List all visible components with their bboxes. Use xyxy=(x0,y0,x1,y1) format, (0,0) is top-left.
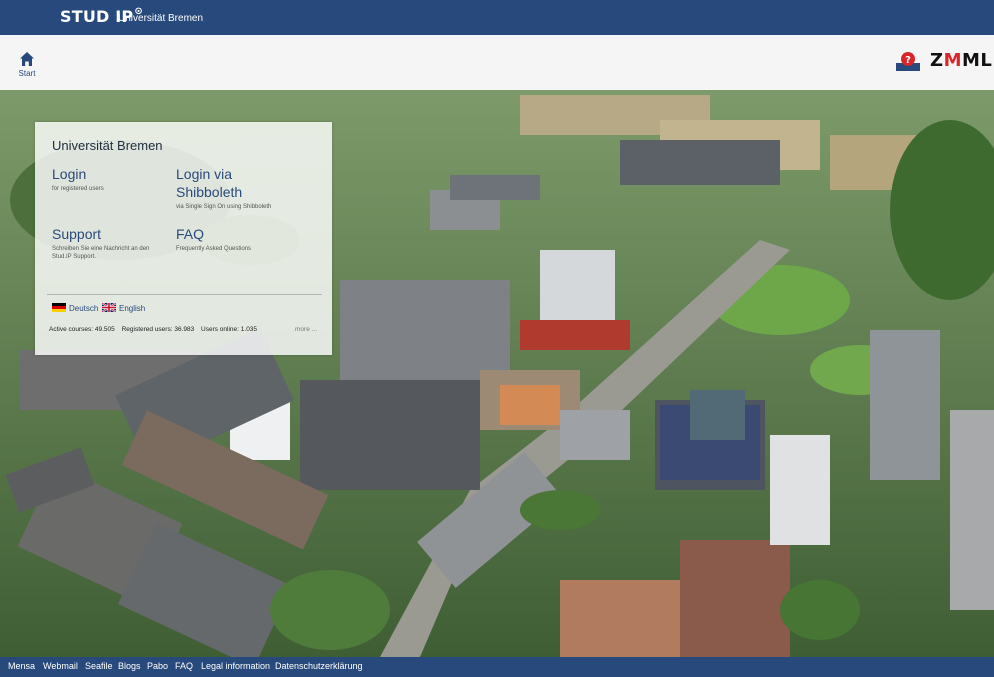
start-button[interactable]: Start xyxy=(10,51,44,78)
registered-users: Registered users: 36.983 xyxy=(121,326,195,333)
shibboleth-option[interactable]: Login via Shibboleth via Single Sign On … xyxy=(176,165,271,211)
shibboleth-link-line2[interactable]: Shibboleth xyxy=(176,183,271,201)
support-link[interactable]: Support xyxy=(52,225,149,243)
shibboleth-subtitle: via Single Sign On using Shibboleth xyxy=(176,204,272,210)
start-label: Start xyxy=(18,69,36,78)
language-english-label: English xyxy=(119,304,146,313)
login-link[interactable]: Login xyxy=(52,165,104,183)
login-subtitle: for registered users xyxy=(52,186,104,192)
svg-text:?: ? xyxy=(905,55,911,66)
language-english[interactable]: English xyxy=(102,303,145,313)
login-box: Universität Bremen Login for registered … xyxy=(35,122,332,355)
university-name: Universität Bremen xyxy=(118,13,204,24)
footer-link-faq[interactable]: FAQ xyxy=(175,661,193,671)
site-stats: Active courses: 49.505 Registered users:… xyxy=(49,326,262,333)
more-link[interactable]: more ... xyxy=(295,326,317,333)
footer-link-privacy[interactable]: Datenschutzerklärung xyxy=(275,661,363,671)
top-bar: STUD IP⊙ Universität Bremen xyxy=(0,0,994,35)
divider xyxy=(47,294,322,295)
zmml-logo[interactable]: ZMML xyxy=(930,50,992,71)
footer: Mensa Webmail Seafile Blogs Pabo FAQ Leg… xyxy=(0,657,994,677)
footer-link-webmail[interactable]: Webmail xyxy=(43,661,78,671)
support-icon[interactable]: ? xyxy=(896,51,920,71)
footer-link-seafile[interactable]: Seafile xyxy=(85,661,113,671)
login-box-title: Universität Bremen xyxy=(52,138,163,153)
footer-link-mensa[interactable]: Mensa xyxy=(8,661,35,671)
faq-subtitle: Frequently Asked Questions xyxy=(176,246,252,252)
footer-link-legal[interactable]: Legal information xyxy=(201,661,270,671)
shibboleth-link-line1[interactable]: Login via xyxy=(176,165,271,183)
support-subtitle-line2: Stud.IP Support. xyxy=(52,254,96,260)
faq-option[interactable]: FAQ Frequently Asked Questions xyxy=(176,225,251,253)
language-german-label: Deutsch xyxy=(69,304,99,313)
support-subtitle-line1: Schreiben Sie eine Nachricht an den xyxy=(52,246,150,252)
footer-link-blogs[interactable]: Blogs xyxy=(118,661,141,671)
home-icon xyxy=(20,52,34,66)
users-online: Users online: 1.035 xyxy=(201,326,258,333)
language-german[interactable]: Deutsch xyxy=(52,303,98,313)
german-flag-icon xyxy=(52,303,66,312)
uk-flag-icon xyxy=(102,303,116,312)
faq-link[interactable]: FAQ xyxy=(176,225,251,243)
active-courses: Active courses: 49.505 xyxy=(49,326,115,333)
footer-link-pabo[interactable]: Pabo xyxy=(147,661,168,671)
support-option[interactable]: Support Schreiben Sie eine Nachricht an … xyxy=(52,225,149,261)
login-option[interactable]: Login for registered users xyxy=(52,165,104,193)
nav-bar: Start ? ZMML xyxy=(0,35,994,91)
